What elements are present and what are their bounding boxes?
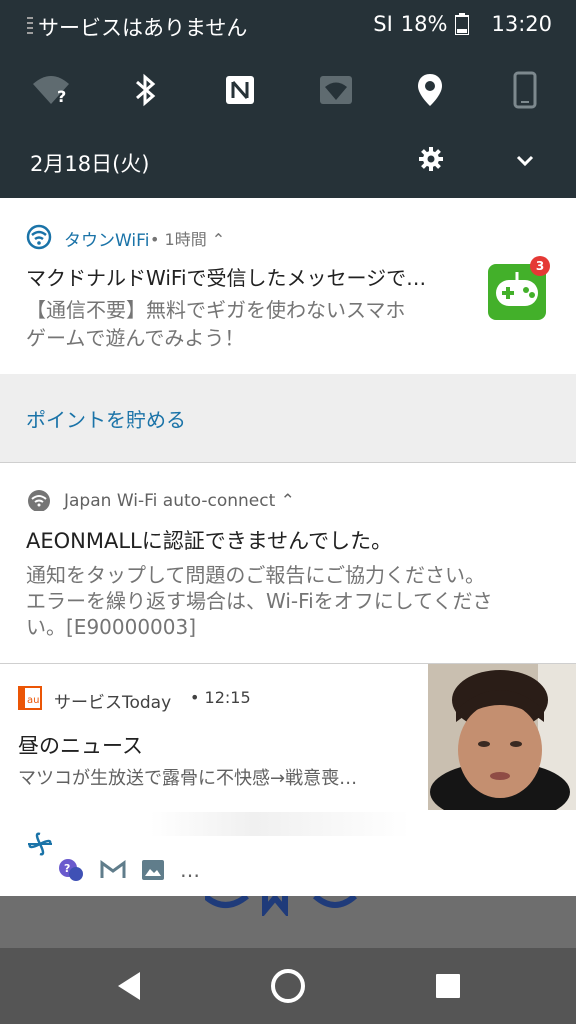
notification-app-name: Japan Wi-Fi auto-connect ⌃ bbox=[64, 491, 295, 511]
notification-town-wifi[interactable]: タウンWiFi • 1時間 ⌃ マクドナルドWiFiで受信したメッセージで… 【… bbox=[0, 198, 576, 374]
gmail-icon bbox=[100, 860, 126, 878]
notification-body: い。[E90000003] bbox=[26, 615, 197, 639]
no-service-signal-icon bbox=[27, 17, 33, 34]
notification-app-icons: ? … bbox=[58, 858, 200, 882]
obscured-text bbox=[150, 812, 410, 836]
wifi-tile-icon[interactable] bbox=[316, 70, 356, 110]
pinwheel-app-icon bbox=[28, 832, 52, 856]
location-icon[interactable] bbox=[410, 70, 450, 110]
svg-text:?: ? bbox=[64, 862, 70, 875]
more-notifications-indicator: … bbox=[180, 858, 200, 882]
background-logo-graphic bbox=[205, 896, 358, 916]
status-indicators: SI 18% 13:20 bbox=[373, 12, 552, 36]
chevron-down-icon[interactable] bbox=[514, 150, 536, 172]
notification-title: 昼のニュース bbox=[18, 734, 143, 758]
wifi-question-icon[interactable]: ? bbox=[31, 70, 71, 110]
phone-icon[interactable] bbox=[505, 70, 545, 110]
notification-app-name: サービスToday bbox=[54, 693, 172, 713]
date-label: 2月18日(火) bbox=[30, 152, 150, 176]
save-points-action-button[interactable]: ポイントを貯める bbox=[26, 404, 186, 433]
recent-apps-icon[interactable] bbox=[428, 966, 468, 1006]
nfc-icon[interactable] bbox=[220, 70, 260, 110]
news-thumbnail-image bbox=[428, 664, 576, 810]
back-icon[interactable] bbox=[112, 966, 152, 1006]
town-wifi-app-icon bbox=[26, 224, 52, 250]
au-app-icon: au bbox=[18, 686, 42, 710]
notification-time: • 12:15 bbox=[190, 688, 251, 707]
notification-japan-wifi[interactable]: Japan Wi-Fi auto-connect ⌃ AEONMALLに認証でき… bbox=[0, 463, 576, 664]
battery-percent: 18% bbox=[400, 12, 448, 36]
notification-collapsed[interactable]: ? … bbox=[0, 812, 576, 896]
badge-count: 3 bbox=[530, 256, 550, 276]
gallery-icon bbox=[142, 860, 164, 880]
wifi-icon bbox=[28, 490, 50, 511]
notification-title: マクドナルドWiFiで受信したメッセージで… bbox=[26, 266, 427, 290]
notification-body: マツコが生放送で露骨に不快感→戦意喪… bbox=[18, 768, 358, 789]
notification-title: AEONMALLに認証できませんでした。 bbox=[26, 529, 393, 553]
clock: 13:20 bbox=[491, 12, 552, 36]
notification-body: 【通信不要】無料でギガを使わないスマホ bbox=[26, 298, 406, 322]
notification-service-today[interactable]: au サービスToday • 12:15 昼のニュース マツコが生放送で露骨に不… bbox=[0, 664, 576, 812]
notification-time: • 1時間 ⌃ bbox=[150, 230, 226, 249]
au-logo-text: au bbox=[27, 695, 39, 706]
home-icon[interactable] bbox=[268, 966, 308, 1006]
notification-body: エラーを繰り返す場合は、Wi-Fiをオフにしてくださ bbox=[26, 589, 493, 613]
notification-body: 通知をタップして問題のご報告にご協力ください。 bbox=[26, 563, 485, 587]
svg-text:?: ? bbox=[57, 87, 66, 106]
signal-indicator: SI bbox=[373, 12, 393, 36]
carrier-status-text: サービスはありません bbox=[38, 16, 248, 40]
notification-body: ゲームで遊んでみよう！ bbox=[26, 326, 245, 350]
status-bar: サービスはありません SI 18% 13:20 bbox=[0, 0, 576, 52]
bluetooth-icon[interactable] bbox=[125, 70, 165, 110]
notification-app-name: タウンWiFi bbox=[64, 231, 150, 251]
gear-icon[interactable] bbox=[418, 146, 444, 172]
battery-icon bbox=[455, 13, 470, 35]
chat-bubble-icon: ? bbox=[59, 859, 83, 881]
